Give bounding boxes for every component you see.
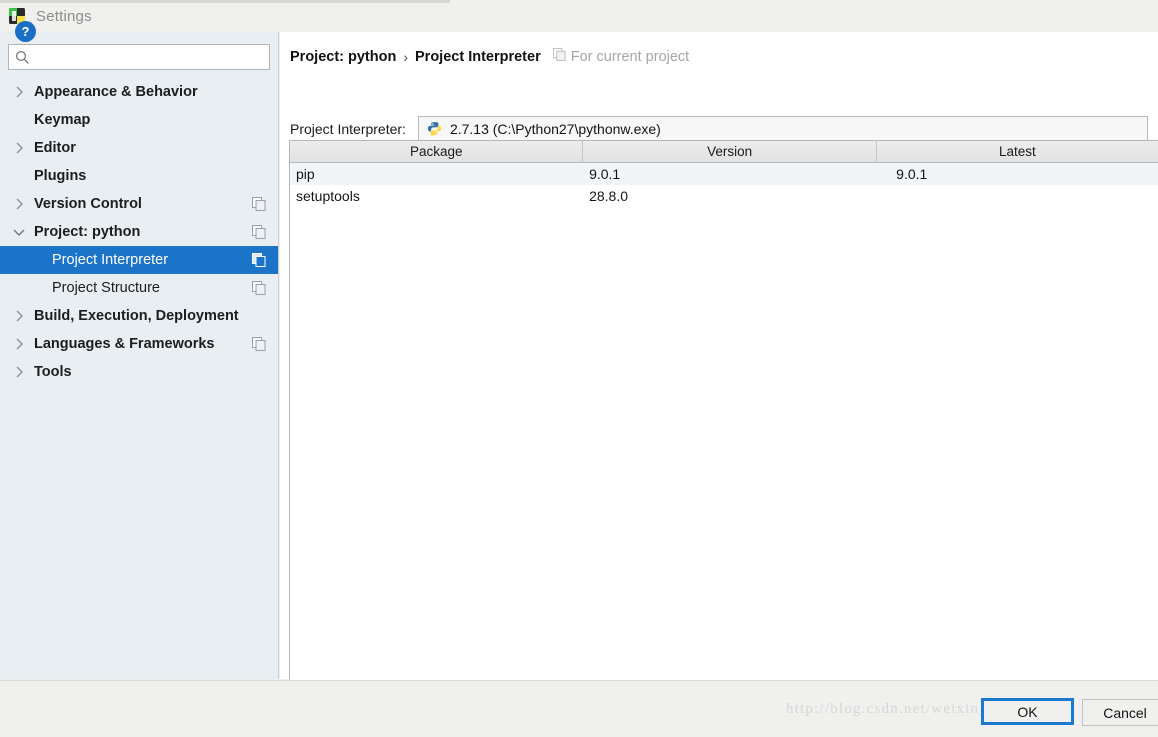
scope-note-label: For current project [570,48,690,65]
breadcrumb-separator-icon: › [403,48,409,65]
sidebar-item-label: Build, Execution, Deployment [34,308,239,324]
sidebar-item-label: Project Interpreter [52,252,169,268]
packages-table: Package Version Latest pip 9.0.1 9.0.1 s… [289,140,1158,707]
breadcrumb-parent[interactable]: Project: python [290,49,396,65]
table-row[interactable]: pip 9.0.1 9.0.1 [290,163,1158,185]
search-input[interactable] [35,45,267,69]
column-header-package[interactable]: Package [290,141,584,162]
chevron-right-icon[interactable] [12,78,26,106]
copy-settings-icon[interactable] [252,225,266,239]
copy-settings-icon[interactable] [252,253,266,267]
sidebar-item-label: Editor [34,140,76,156]
table-row[interactable]: setuptools 28.8.0 [290,185,1158,207]
title-bar-shadow [0,0,450,3]
chevron-right-icon[interactable] [12,358,26,386]
ok-button[interactable]: OK [981,698,1074,725]
search-icon [15,50,30,65]
sidebar-item-build-execution-deployment[interactable]: Build, Execution, Deployment [0,302,278,330]
sidebar-item-tools[interactable]: Tools [0,358,278,386]
sidebar-item-label: Project: python [34,224,141,240]
chevron-right-icon[interactable] [12,330,26,358]
sidebar-item-label: Languages & Frameworks [34,336,215,352]
settings-tree: Appearance & Behavior Keymap Editor Plug… [0,78,278,386]
column-header-latest[interactable]: Latest [877,141,1158,162]
cell-latest: 9.0.1 [896,166,928,182]
column-header-version[interactable]: Version [583,141,877,162]
help-button[interactable]: ? [15,21,36,42]
cell-version: 28.8.0 [589,188,629,204]
sidebar-item-project-interpreter[interactable]: Project Interpreter [0,246,278,274]
sidebar-item-project-structure[interactable]: Project Structure [0,274,278,302]
sidebar-item-appearance-behavior[interactable]: Appearance & Behavior [0,78,278,106]
interpreter-dropdown[interactable]: 2.7.13 (C:\Python27\pythonw.exe) [417,116,1148,141]
sidebar-item-label: Version Control [34,196,142,212]
interpreter-value: 2.7.13 (C:\Python27\pythonw.exe) [449,120,661,137]
sidebar-item-project-python[interactable]: Project: python [0,218,278,246]
scope-note: For current project [552,48,690,65]
settings-sidebar: Appearance & Behavior Keymap Editor Plug… [0,32,279,679]
copy-settings-icon[interactable] [252,197,266,211]
chevron-right-icon[interactable] [12,134,26,162]
interpreter-label: Project Interpreter: [290,120,406,137]
python-icon [427,121,442,136]
sidebar-item-editor[interactable]: Editor [0,134,278,162]
copy-settings-icon[interactable] [252,281,266,295]
sidebar-item-plugins[interactable]: Plugins [0,162,278,190]
sidebar-item-version-control[interactable]: Version Control [0,190,278,218]
copy-settings-icon [552,48,566,65]
cancel-button[interactable]: Cancel [1082,699,1158,726]
sidebar-item-label: Keymap [34,112,91,128]
sidebar-item-label: Tools [34,364,72,380]
sidebar-item-label: Project Structure [52,280,160,296]
packages-table-header: Package Version Latest [290,141,1158,163]
window-title: Settings [36,7,92,25]
chevron-right-icon[interactable] [12,302,26,330]
chevron-right-icon[interactable] [12,190,26,218]
settings-dialog: Settings Appearance & Behavior Keymap Ed… [0,0,1158,737]
chevron-down-icon[interactable] [12,218,26,246]
interpreter-row: Project Interpreter: 2.7.13 (C:\Python27… [290,116,1148,141]
cell-package: setuptools [296,188,360,204]
copy-settings-icon[interactable] [252,337,266,351]
sidebar-item-label: Plugins [34,168,87,184]
breadcrumb-current: Project Interpreter [415,48,541,65]
main-panel: Project: python › Project Interpreter Fo… [280,32,1158,707]
sidebar-item-keymap[interactable]: Keymap [0,106,278,134]
search-box[interactable] [8,44,270,70]
sidebar-item-languages-frameworks[interactable]: Languages & Frameworks [0,330,278,358]
cell-package: pip [296,166,315,182]
breadcrumb: Project: python › Project Interpreter Fo… [290,48,689,65]
title-bar: Settings [0,0,1158,32]
sidebar-item-label: Appearance & Behavior [34,84,198,100]
cell-version: 9.0.1 [589,166,621,182]
